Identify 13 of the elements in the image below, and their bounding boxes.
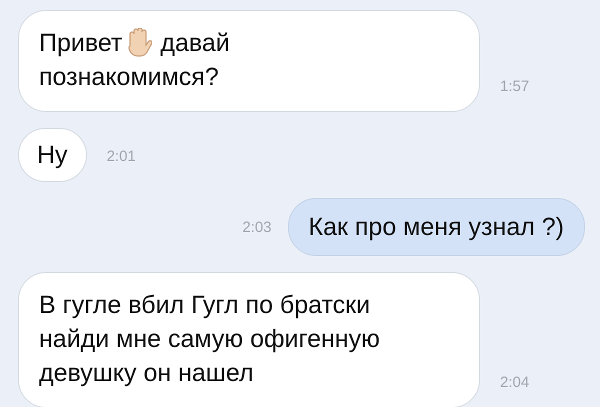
- message-time: 1:57: [500, 78, 530, 95]
- message-text: В гугле вбил Гугл по братски: [39, 290, 370, 321]
- message-text: Привет: [39, 28, 122, 59]
- message-time: 2:03: [242, 218, 272, 236]
- message-text: найди мне самую офигенную: [39, 324, 380, 355]
- message-time: 2:04: [500, 374, 530, 391]
- message-text: Как про меня узнал ?): [308, 212, 564, 243]
- message-text: девушку он нашел: [39, 358, 254, 389]
- message-time: 2:01: [106, 148, 136, 165]
- message-text: давай: [160, 28, 230, 59]
- message-text: познакомимся?: [39, 62, 219, 93]
- message-text: Ну: [37, 140, 68, 171]
- raised-hand-icon: [126, 28, 152, 58]
